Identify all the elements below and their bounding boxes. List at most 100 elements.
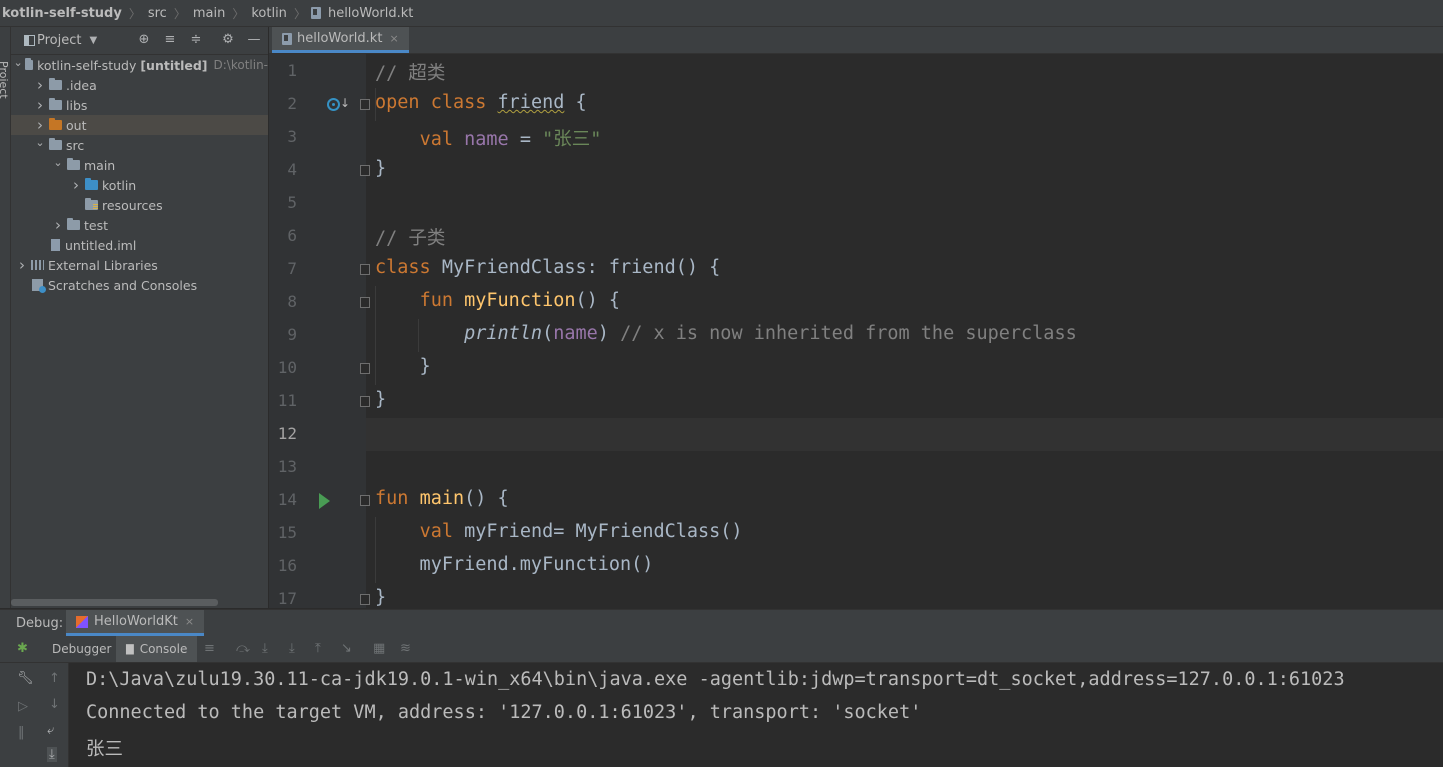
expand-all-icon[interactable]: ≡	[161, 32, 179, 47]
chevron-right-icon[interactable]: ›	[15, 256, 29, 274]
wrench-icon[interactable]: 🔧︎	[17, 671, 34, 686]
breadcrumb-file[interactable]: helloWorld.kt	[326, 6, 415, 21]
project-tool-button[interactable]: Project	[0, 61, 10, 121]
code-line[interactable]: val myFriend= MyFriendClass()	[375, 521, 743, 542]
breadcrumb-kotlin[interactable]: kotlin	[249, 6, 289, 21]
chevron-right-icon[interactable]: ›	[69, 176, 83, 194]
folder-icon	[49, 78, 62, 90]
close-icon[interactable]: ×	[389, 32, 398, 45]
chevron-right-icon[interactable]: ›	[51, 216, 65, 234]
resume-icon[interactable]: ▷	[18, 699, 28, 714]
bug-icon[interactable]: ✱	[17, 641, 28, 656]
chevron-down-icon[interactable]: ▼	[89, 35, 97, 46]
code-line[interactable]: fun myFunction() {	[375, 290, 621, 311]
tree-item[interactable]: › External Libraries	[11, 255, 268, 275]
close-icon[interactable]: ×	[185, 615, 194, 628]
fold-marker-icon[interactable]	[360, 594, 370, 605]
code-token: println	[464, 323, 543, 344]
chevron-right-icon[interactable]: ›	[33, 116, 47, 134]
step-into-icon[interactable]: ⤓	[262, 641, 268, 656]
line-number: 12	[277, 424, 297, 443]
tree-item[interactable]: › test	[11, 215, 268, 235]
code-line[interactable]: open class friend {	[375, 92, 587, 113]
overridden-icon[interactable]	[327, 98, 340, 111]
tab-console[interactable]: ▇ Console	[116, 636, 198, 662]
fold-marker-icon[interactable]	[360, 396, 370, 407]
code-line[interactable]: myFriend.myFunction()	[375, 554, 654, 575]
tree-item[interactable]: ⌄ kotlin-self-study [untitled] D:\kotlin-	[11, 55, 268, 75]
line-number: 9	[287, 325, 297, 344]
code-line[interactable]: }	[375, 356, 431, 377]
line-number: 3	[287, 127, 297, 146]
menu-icon[interactable]: ≡	[204, 641, 215, 656]
fold-marker-icon[interactable]	[360, 297, 370, 308]
fold-marker-icon[interactable]	[360, 495, 370, 506]
console-output[interactable]: D:\Java\zulu19.30.11-ca-jdk19.0.1-win_x6…	[69, 663, 1443, 767]
breadcrumb-src[interactable]: src	[146, 6, 169, 21]
debug-config-tab[interactable]: HelloWorldKt ×	[66, 610, 205, 636]
debug-tool-bar: Debug: HelloWorldKt ×	[0, 609, 1443, 636]
tree-item[interactable]: › .idea	[11, 75, 268, 95]
evaluate-icon[interactable]: ▦	[373, 641, 385, 656]
current-line-highlight	[366, 418, 1443, 451]
breadcrumb-project[interactable]: kotlin-self-study	[0, 6, 124, 21]
project-view-dropdown[interactable]: Project	[37, 33, 81, 48]
scroll-to-end-icon[interactable]: ⤓	[47, 747, 57, 762]
pause-icon[interactable]: ‖	[18, 725, 25, 740]
tree-item[interactable]: ⌄ main	[11, 155, 268, 175]
fold-marker-icon[interactable]	[360, 363, 370, 374]
step-out-icon[interactable]: ⤒	[315, 641, 321, 656]
tree-item[interactable]: Scratches and Consoles	[11, 275, 268, 295]
force-step-into-icon[interactable]: ⤓	[289, 641, 295, 656]
horizontal-scrollbar[interactable]	[11, 599, 218, 606]
hide-icon[interactable]: —	[245, 32, 263, 47]
code-line[interactable]: println(name) // x is now inherited from…	[375, 323, 1077, 344]
tab-debugger[interactable]: Debugger	[52, 636, 111, 662]
tree-item[interactable]: › libs	[11, 95, 268, 115]
code-token: name	[553, 323, 598, 344]
collapse-all-icon[interactable]: ≑	[187, 32, 205, 47]
tree-item[interactable]: › out	[11, 115, 268, 135]
run-icon[interactable]	[319, 493, 330, 509]
tree-item[interactable]: › kotlin	[11, 175, 268, 195]
code-line[interactable]: // 超类	[375, 59, 445, 85]
locate-icon[interactable]: ⊕	[135, 32, 153, 47]
chevron-down-icon[interactable]: ⌄	[51, 156, 65, 169]
code-line[interactable]: class MyFriendClass: friend() {	[375, 257, 720, 278]
fold-marker-icon[interactable]	[360, 264, 370, 275]
code-line[interactable]: }	[375, 158, 386, 179]
tree-item-label: libs	[66, 97, 88, 113]
code-editor[interactable]: 1 2 3 4 5 6 7 8 9 10 11 12 13 14 15 16 17 ↓ // 超类 open cla…	[269, 54, 1443, 608]
arrow-down-icon[interactable]: ↓	[49, 697, 60, 712]
tree-item[interactable]: resources	[11, 195, 268, 215]
editor-tabs: helloWorld.kt ×	[269, 27, 1443, 54]
code-line[interactable]: fun main() {	[375, 488, 509, 509]
gear-icon[interactable]: ⚙	[219, 32, 237, 47]
code-line[interactable]: }	[375, 587, 386, 608]
run-to-cursor-icon[interactable]: ↘	[341, 641, 352, 656]
code-line[interactable]: }	[375, 389, 386, 410]
code-token: class	[430, 92, 498, 113]
tree-item[interactable]: untitled.iml	[11, 235, 268, 255]
step-over-icon[interactable]: ⤼	[236, 641, 250, 656]
line-number: 13	[277, 457, 297, 476]
tab-helloworld-kt[interactable]: helloWorld.kt ×	[272, 27, 409, 53]
tree-item-label: kotlin	[102, 177, 137, 193]
breadcrumb-main[interactable]: main	[191, 6, 227, 21]
chevron-right-icon[interactable]: ›	[33, 96, 47, 114]
code-token: () {	[575, 290, 621, 311]
chevron-down-icon[interactable]: ⌄	[33, 136, 47, 149]
code-line[interactable]: val name = "张三"	[375, 125, 602, 151]
fold-marker-icon[interactable]	[360, 165, 370, 176]
chevron-down-icon[interactable]: ⌄	[14, 56, 23, 69]
line-number: 17	[277, 589, 297, 608]
chevron-right-icon[interactable]: ›	[33, 76, 47, 94]
code-line[interactable]: // 子类	[375, 224, 445, 250]
tree-item-label: out	[66, 117, 87, 133]
soft-wrap-icon[interactable]: ⤶	[47, 723, 54, 738]
tree-item[interactable]: ⌄ src	[11, 135, 268, 155]
trace-icon[interactable]: ≋	[400, 641, 411, 656]
arrow-up-icon[interactable]: ↑	[49, 671, 60, 686]
fold-marker-icon[interactable]	[360, 99, 370, 110]
